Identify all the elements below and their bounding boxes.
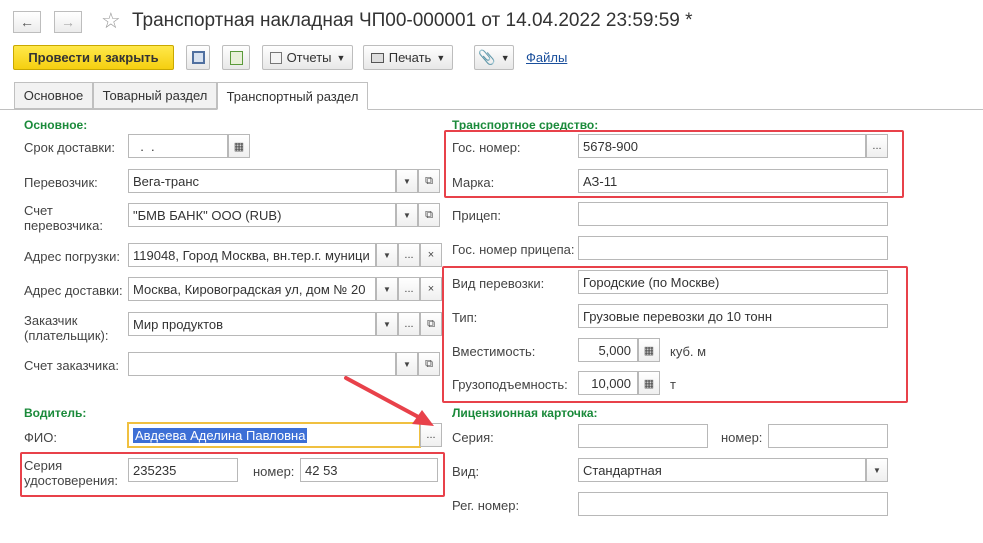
load-address-clear[interactable]: × xyxy=(420,243,442,267)
load-address-select[interactable]: ... xyxy=(398,243,420,267)
customer-label: Заказчик (плательщик): xyxy=(24,313,109,343)
customer-field[interactable]: Мир продуктов xyxy=(128,312,376,336)
open-form-icon: ⧉ xyxy=(425,208,433,221)
dropdown-icon: ▼ xyxy=(336,52,346,63)
chevron-down-icon: ▼ xyxy=(383,250,391,260)
highlight-vehicle-plate-brand xyxy=(444,130,904,198)
chevron-down-icon: ▼ xyxy=(403,210,411,220)
license-kind-field[interactable]: Стандартная xyxy=(578,458,866,482)
chevron-down-icon: ▼ xyxy=(403,176,411,186)
license-number-label: номер: xyxy=(721,430,763,445)
delivery-address-label: Адрес доставки: xyxy=(24,283,123,298)
files-link[interactable]: Файлы xyxy=(526,50,567,65)
license-kind-dropdown[interactable]: ▼ xyxy=(866,458,888,482)
carrier-account-field[interactable]: "БМВ БАНК" ООО (RUB) xyxy=(128,203,396,227)
trailer-field[interactable] xyxy=(578,202,888,226)
license-kind-label: Вид: xyxy=(452,464,480,479)
post-and-close-button[interactable]: Провести и закрыть xyxy=(13,45,174,70)
delivery-address-select[interactable]: ... xyxy=(398,277,420,301)
page-title: Транспортная накладная ЧП00-000001 от 14… xyxy=(132,10,693,31)
close-icon: × xyxy=(427,249,435,261)
chevron-down-icon: ▼ xyxy=(403,359,411,369)
trailer-plate-field[interactable] xyxy=(578,236,888,260)
carrier-account-label: Счет перевозчика: xyxy=(24,203,103,233)
delivery-address-dropdown[interactable]: ▼ xyxy=(376,277,398,301)
forward-button[interactable]: → xyxy=(54,11,82,33)
delivery-address-clear[interactable]: × xyxy=(420,277,442,301)
customer-account-label: Счет заказчика: xyxy=(24,358,120,373)
chevron-down-icon: ▼ xyxy=(383,284,391,294)
report-icon xyxy=(269,51,282,64)
open-form-icon: ⧉ xyxy=(425,357,433,370)
section-main: Основное: xyxy=(24,118,88,132)
calendar-button[interactable]: ▦ xyxy=(228,134,250,158)
license-series-field[interactable] xyxy=(578,424,708,448)
section-driver: Водитель: xyxy=(24,406,87,420)
customer-open[interactable]: ⧉ xyxy=(420,312,442,336)
tab-goods[interactable]: Товарный раздел xyxy=(93,82,217,109)
highlight-transport-kind xyxy=(442,266,908,403)
carrier-dropdown[interactable]: ▼ xyxy=(396,169,418,193)
star-icon[interactable]: ☆ xyxy=(101,8,121,34)
floppy-disk-icon xyxy=(191,51,205,64)
save-button[interactable] xyxy=(186,45,210,70)
reports-button[interactable]: Отчеты ▼ xyxy=(262,45,353,70)
arrow-right-icon: → xyxy=(61,14,75,30)
customer-select[interactable]: ... xyxy=(398,312,420,336)
print-button[interactable]: Печать ▼ xyxy=(363,45,453,70)
printer-icon xyxy=(370,52,384,63)
chevron-down-icon: ▼ xyxy=(873,465,881,475)
open-form-icon: ⧉ xyxy=(427,317,435,330)
reg-number-field[interactable] xyxy=(578,492,888,516)
load-address-dropdown[interactable]: ▼ xyxy=(376,243,398,267)
chevron-down-icon: ▼ xyxy=(383,319,391,329)
tab-divider xyxy=(0,109,983,110)
ellipsis-icon: ... xyxy=(404,318,414,330)
section-license: Лицензионная карточка: xyxy=(452,406,598,420)
carrier-account-dropdown[interactable]: ▼ xyxy=(396,203,418,227)
ellipsis-icon: ... xyxy=(404,283,414,295)
open-form-icon: ⧉ xyxy=(425,174,433,187)
delivery-address-field[interactable]: Москва, Кировоградская ул, дом № 20 xyxy=(128,277,376,301)
close-icon: × xyxy=(427,283,435,295)
paperclip-icon: 📎 xyxy=(478,49,496,65)
highlight-driver-license xyxy=(20,452,445,497)
fio-selected-text: Авдеева Аделина Павловна xyxy=(133,427,308,443)
tab-main[interactable]: Основное xyxy=(14,82,93,109)
tab-transport[interactable]: Транспортный раздел xyxy=(217,82,368,110)
license-number-field[interactable] xyxy=(768,424,888,448)
carrier-label: Перевозчик: xyxy=(24,175,98,190)
reg-number-label: Рег. номер: xyxy=(452,498,520,513)
license-series-label: Серия: xyxy=(452,430,494,445)
arrow-left-icon: ← xyxy=(20,14,34,30)
dropdown-icon: ▼ xyxy=(436,52,446,63)
dropdown-icon: ▼ xyxy=(500,52,510,63)
trailer-plate-label: Гос. номер прицепа: xyxy=(452,242,575,257)
carrier-account-open[interactable]: ⧉ xyxy=(418,203,440,227)
post-button[interactable] xyxy=(222,45,250,70)
ellipsis-icon: ... xyxy=(404,249,414,261)
annotation-arrow-icon xyxy=(344,376,434,426)
trailer-label: Прицеп: xyxy=(452,208,502,223)
fio-label: ФИО: xyxy=(24,430,57,445)
delivery-date-field[interactable]: . . xyxy=(128,134,228,158)
customer-dropdown[interactable]: ▼ xyxy=(376,312,398,336)
back-button[interactable]: ← xyxy=(13,11,41,33)
calendar-icon: ▦ xyxy=(233,140,245,153)
carrier-open[interactable]: ⧉ xyxy=(418,169,440,193)
delivery-label: Срок доставки: xyxy=(24,140,115,155)
document-post-icon xyxy=(229,50,243,65)
load-address-field[interactable]: 119048, Город Москва, вн.тер.г. муници xyxy=(128,243,376,267)
attachment-button[interactable]: 📎 ▼ xyxy=(474,45,514,70)
load-address-label: Адрес погрузки: xyxy=(24,249,120,264)
carrier-field[interactable]: Вега-транс xyxy=(128,169,396,193)
